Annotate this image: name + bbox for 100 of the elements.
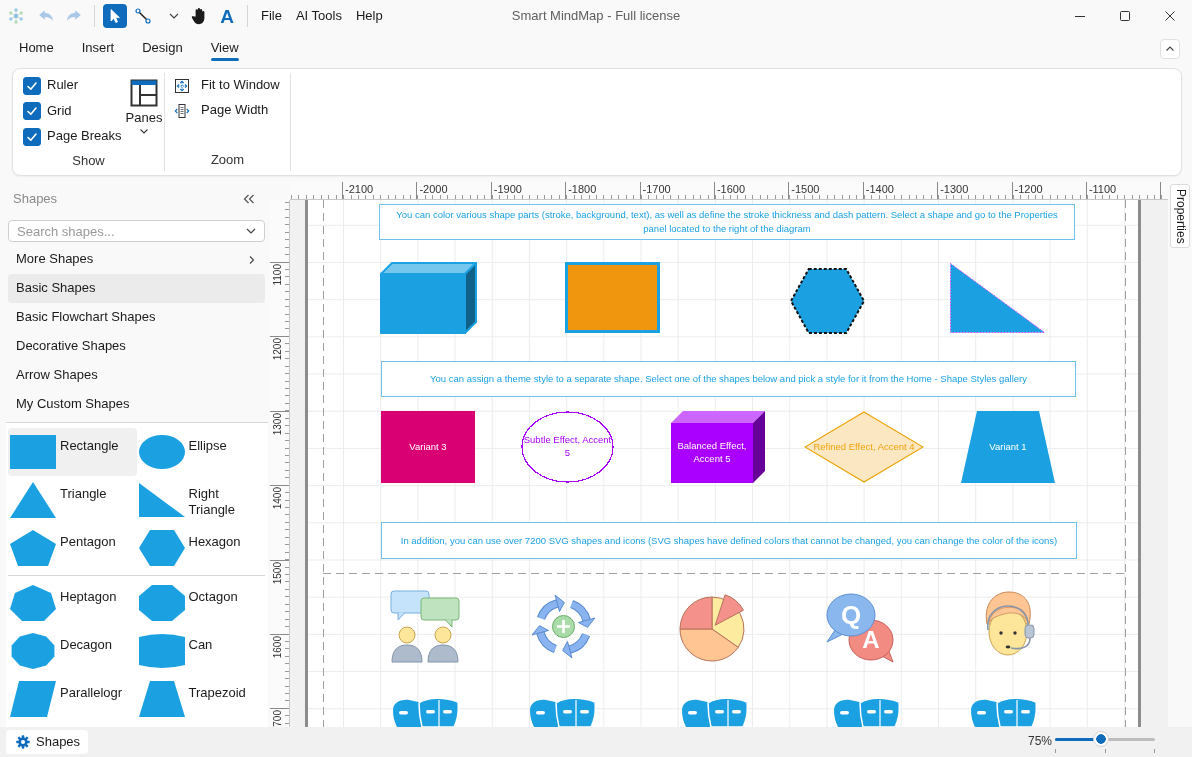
triangle-icon	[10, 482, 56, 518]
zoom-slider[interactable]	[1055, 731, 1155, 753]
category-item[interactable]: Decorative Shapes	[8, 332, 265, 361]
diagram-note: You can color various shape parts (stroke, background, text), as well as define the stroke thickness and dash pattern. Select a shape and go to the Properties panel located to the right of the diagram	[379, 204, 1075, 240]
checkbox[interactable]	[23, 127, 41, 146]
app-logo-icon	[8, 8, 24, 24]
ruler-label: -2000	[419, 183, 448, 195]
gear-icon	[16, 735, 30, 749]
shape-item[interactable]: Hexagon	[136, 524, 265, 572]
slider-thumb[interactable]	[1092, 731, 1109, 747]
shape-label: Refined Effect, Accent 4	[812, 439, 916, 454]
checkbox-label[interactable]: Ruler	[47, 77, 79, 95]
checkmark-icon	[26, 130, 38, 143]
ribbon-tab[interactable]: Insert	[81, 32, 115, 66]
redo-icon	[66, 8, 82, 24]
panes-button[interactable]: Panes	[125, 73, 163, 150]
maximize-icon	[1119, 11, 1130, 21]
search-field[interactable]: Search shapes...	[8, 220, 265, 242]
properties-tab[interactable]: Properties	[1170, 184, 1190, 248]
ruler-label: 700	[272, 710, 284, 727]
ruler-label: -1200	[1014, 183, 1043, 195]
pentagon-icon	[10, 530, 56, 566]
shape-label: Subtle Effect, Accent 5	[522, 433, 613, 460]
zoom-percentage: 75%	[1027, 734, 1052, 750]
ruler-label: -1800	[568, 183, 597, 195]
ruler-label: -1300	[940, 183, 969, 195]
ellipse-icon	[138, 434, 185, 470]
octagon-icon	[138, 585, 185, 621]
category-item[interactable]: Arrow Shapes	[8, 361, 265, 390]
ruler-label: 1200	[272, 338, 284, 361]
heptagon-icon	[10, 585, 56, 621]
checkmark-icon	[26, 105, 38, 118]
pointer-icon	[107, 8, 123, 24]
chevron-down-icon	[139, 126, 149, 136]
cylinder-icon	[138, 633, 185, 669]
bubble-letter: A	[862, 628, 880, 652]
fit-to-window-icon	[174, 77, 190, 94]
hexagon-icon	[138, 530, 185, 566]
group-label: Zoom	[209, 151, 246, 169]
shape-label: Balanced Effect, Accent 5	[676, 439, 748, 466]
collapse-panel-button[interactable]	[242, 192, 256, 206]
menu-item[interactable]: File	[254, 2, 289, 30]
rectangle-icon	[10, 434, 56, 470]
category-item[interactable]: Basic Shapes	[8, 274, 265, 303]
ruler-label: 1400	[272, 487, 284, 510]
ruler-label: 1600	[272, 635, 284, 659]
ribbon-tab[interactable]: Home	[19, 32, 54, 66]
category-item[interactable]: My Custom Shapes	[8, 390, 265, 419]
shape-item[interactable]: Ellipse	[136, 428, 265, 476]
chevron-right-icon	[247, 254, 257, 265]
page-width-button[interactable]: Page Width	[174, 98, 280, 123]
checkmark-icon	[26, 79, 38, 92]
shape-item[interactable]: Rectangle	[8, 428, 137, 476]
ruler-label: -1900	[493, 183, 522, 195]
shape-item[interactable]: Triangle	[8, 476, 137, 524]
menu-item[interactable]: Help	[348, 2, 390, 30]
shape-item[interactable]: Right Triangle	[136, 476, 265, 524]
text-tool-button[interactable]: A	[213, 2, 241, 30]
shape-label: Variant 1	[988, 439, 1028, 454]
decagon-icon	[10, 633, 56, 669]
ruler-label: -1400	[865, 183, 894, 195]
pointer-tool-button[interactable]	[103, 4, 127, 28]
diagram-note: You can assign a theme style to a separate shape. Select one of the shapes below and pick a style for it from the Home - Shape Styles gallery	[381, 361, 1076, 397]
ruler-label: -1100	[1088, 183, 1117, 195]
ruler-label: -1600	[716, 183, 746, 195]
checkbox[interactable]	[23, 76, 41, 95]
category-item[interactable]: Basic Flowchart Shapes	[8, 303, 265, 332]
shapes-panel-tab[interactable]: Shapes	[6, 730, 89, 754]
double-chevron-left-icon	[243, 193, 255, 205]
window-title: Smart MindMap - Full license	[511, 7, 681, 25]
shape-item[interactable]: Heptagon	[8, 579, 137, 627]
panes-icon	[130, 79, 158, 107]
shape-item[interactable]: Trapezoid	[136, 675, 265, 723]
shape-label: Variant 3	[408, 439, 448, 454]
shape-item[interactable]: Octagon	[136, 579, 265, 627]
checkbox-label[interactable]: Grid	[47, 102, 72, 120]
ruler-label: 1300	[272, 412, 284, 436]
ruler-label: 1500	[272, 561, 284, 584]
refresh-plus-icon	[530, 593, 597, 660]
menu-item[interactable]: AI Tools	[288, 2, 349, 30]
bubble-letter: Q	[840, 602, 862, 628]
shape-item[interactable]: Decagon	[8, 627, 137, 675]
fit-to-window-button[interactable]: Fit to Window	[174, 73, 280, 98]
checkbox[interactable]	[23, 102, 41, 121]
category-item[interactable]: More Shapes	[8, 245, 265, 274]
checkbox-label[interactable]: Page Breaks	[47, 128, 122, 146]
ribbon-tab[interactable]: View	[210, 32, 239, 66]
right-triangle-icon	[138, 482, 185, 518]
ribbon-tab[interactable]: Design	[142, 32, 183, 66]
shape-item[interactable]: Pentagon	[8, 524, 137, 572]
ruler-label: 1100	[272, 264, 284, 286]
undo-icon	[38, 8, 54, 24]
group-label: Show	[71, 151, 106, 170]
parallelogram-icon	[10, 681, 56, 717]
people-chat-icon	[390, 590, 460, 663]
shape-item[interactable]: Parallelogr	[8, 675, 137, 723]
shape-item[interactable]: Can	[136, 627, 265, 675]
panel-title: Shapes	[13, 190, 58, 208]
ruler-label: -2100	[345, 183, 374, 195]
connector-icon	[135, 8, 151, 24]
